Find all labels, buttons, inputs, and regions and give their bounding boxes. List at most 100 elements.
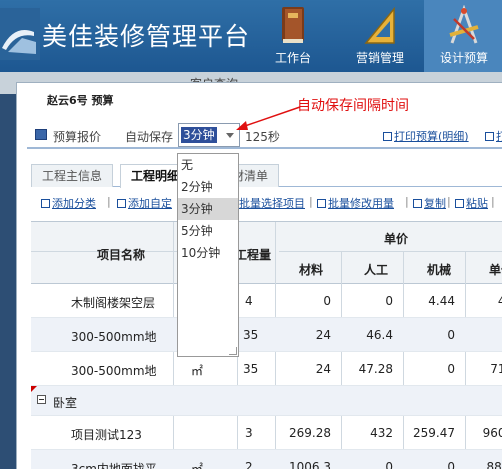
app-title: 美佳装修管理平台 <box>42 22 251 51</box>
copy-icon <box>413 199 422 208</box>
row-labor: 432 <box>370 426 393 440</box>
drafting-tools-icon <box>449 5 479 44</box>
paste-label: 粘贴 <box>466 197 488 210</box>
nav-label: 设计预算 <box>439 51 488 65</box>
autosave-option[interactable]: 10分钟 <box>178 242 238 264</box>
resize-grip-icon[interactable] <box>229 347 237 355</box>
nav-design-budget[interactable]: 设计预算 <box>424 0 502 72</box>
print-budget-label: 打印预算(明细) <box>394 130 469 143</box>
book-icon <box>282 7 304 43</box>
col-header-name: 项目名称 <box>96 248 145 262</box>
row-labor: 47.28 <box>358 362 393 376</box>
col-header-material: 材料 <box>298 263 323 277</box>
extra-link[interactable]: 打 <box>485 128 502 144</box>
dialog-tabs: 工程主信息 工程明细 材清单 <box>31 161 502 188</box>
row-machine: 0 <box>447 362 455 376</box>
group-row[interactable]: 卧室 <box>31 386 502 416</box>
autosave-option[interactable]: 无 <box>178 154 238 176</box>
row-labor: 0 <box>385 294 393 308</box>
row-name: 3cm内地面找平 <box>71 462 157 469</box>
group-name: 卧室 <box>53 396 78 410</box>
ruler-triangle-icon <box>364 6 395 44</box>
col-header-unit-price: 单价 <box>383 232 408 246</box>
add-category-label: 添加分类 <box>52 197 96 210</box>
row-qty: 35 <box>243 362 259 376</box>
row-labor: 46.4 <box>366 328 393 342</box>
budget-dialog: 赵云6号 预算 预算报价 自动保存 125秒 打印预算(明细) 打 工程主信息 … <box>16 82 502 469</box>
print-budget-link[interactable]: 打印预算(明细) <box>383 128 469 144</box>
annotation-label: 自动保存间隔时间 <box>297 98 409 114</box>
table-row[interactable]: 项目测试123 3 269.28 432 259.47 960.7 <box>31 416 502 450</box>
table-row[interactable]: 木制阁楼架空层 4 0 0 4.44 4.4 <box>31 284 502 318</box>
copy-link[interactable]: 复制 <box>413 195 446 211</box>
changed-marker <box>31 386 37 392</box>
nav-label: 工作台 <box>274 51 311 65</box>
autosave-selected-value: 3分钟 <box>181 127 217 143</box>
batch-edit-link[interactable]: 批量修改用量 <box>317 195 394 211</box>
collapse-toggle-icon[interactable] <box>37 395 46 404</box>
app-header: 美佳装修管理平台 工作台 营销管理 设计预算 <box>0 0 502 72</box>
left-rail <box>0 94 16 469</box>
table-row[interactable]: 300-500mm地 ㎡ 35 24 47.28 0 71.2 <box>31 352 502 386</box>
logo-icon <box>0 8 40 60</box>
row-machine: 4.44 <box>428 294 455 308</box>
autosave-interval-select[interactable]: 3分钟 <box>178 123 240 147</box>
paste-link[interactable]: 粘贴 <box>455 195 488 211</box>
add-category-link[interactable]: 添加分类 <box>41 195 96 211</box>
dialog-title: 赵云6号 预算 <box>47 94 114 107</box>
autosave-option[interactable]: 2分钟 <box>178 176 238 198</box>
row-material: 0 <box>323 294 331 308</box>
row-unit: ㎡ <box>191 364 204 378</box>
nav-workbench[interactable]: 工作台 <box>253 0 333 72</box>
row-unit: ㎡ <box>191 462 204 469</box>
autosave-option[interactable]: 5分钟 <box>178 220 238 242</box>
row-name: 木制阁楼架空层 <box>71 296 156 310</box>
row-unit-total: 8886 <box>486 460 502 469</box>
autosave-option-selected[interactable]: 3分钟 <box>178 198 238 220</box>
row-material: 1006.3 <box>289 460 331 469</box>
col-header-unit-total: 单价 <box>488 263 502 277</box>
paste-icon <box>455 199 464 208</box>
add-custom-label: 添加自定 <box>128 197 172 210</box>
col-header-machine: 机械 <box>426 263 451 277</box>
row-qty: 2 <box>245 460 253 469</box>
row-machine: 0 <box>447 460 455 469</box>
budget-table: 单价 材料 人工 机械 单价 项目名称 工程量 木制阁楼架空层 4 0 0 4.… <box>31 221 502 469</box>
row-unit-total: 960.7 <box>482 426 502 440</box>
nav-marketing[interactable]: 营销管理 <box>340 0 420 72</box>
print-icon <box>485 132 494 141</box>
budget-quote-label[interactable]: 预算报价 <box>53 128 101 145</box>
separator: | <box>309 195 313 208</box>
separator: | <box>491 195 495 208</box>
row-labor: 0 <box>385 460 393 469</box>
add-icon <box>117 199 126 208</box>
col-header-labor: 人工 <box>363 263 388 277</box>
row-unit-total: 4.4 <box>465 294 502 308</box>
row-qty: 35 <box>243 328 259 342</box>
add-custom-link[interactable]: 添加自定 <box>117 195 172 211</box>
table-row[interactable]: 300-500mm地 35 24 46.4 0 70 <box>31 318 502 352</box>
print-icon <box>383 132 392 141</box>
nav-label: 营销管理 <box>355 51 404 65</box>
autosave-label: 自动保存 <box>125 130 174 144</box>
row-name: 300-500mm地 <box>71 364 157 378</box>
separator: | <box>405 195 409 208</box>
action-bar: 添加分类 | 添加自定 批量选择项目 | 批量修改用量 | 复制 | 粘贴 | <box>41 195 502 213</box>
row-qty: 4 <box>245 294 253 308</box>
autosave-options-list: 无 2分钟 3分钟 5分钟 10分钟 <box>177 153 239 357</box>
copy-label: 复制 <box>424 197 446 210</box>
table-row[interactable]: 3cm内地面找平 ㎡ 2 1006.3 0 0 8886 <box>31 450 502 469</box>
monitor-icon <box>35 129 47 140</box>
edit-icon <box>317 199 326 208</box>
tab-project-info[interactable]: 工程主信息 <box>31 164 114 187</box>
add-icon <box>41 199 50 208</box>
batch-select-label: 批量选择项目 <box>239 197 305 210</box>
batch-edit-label: 批量修改用量 <box>328 197 394 210</box>
row-name: 项目测试123 <box>71 428 142 442</box>
row-material: 24 <box>315 328 331 342</box>
row-machine: 259.47 <box>413 426 455 440</box>
row-material: 24 <box>315 362 331 376</box>
row-unit-total: 70 <box>465 328 502 342</box>
separator: | <box>107 195 111 208</box>
batch-select-link[interactable]: 批量选择项目 <box>239 195 305 211</box>
